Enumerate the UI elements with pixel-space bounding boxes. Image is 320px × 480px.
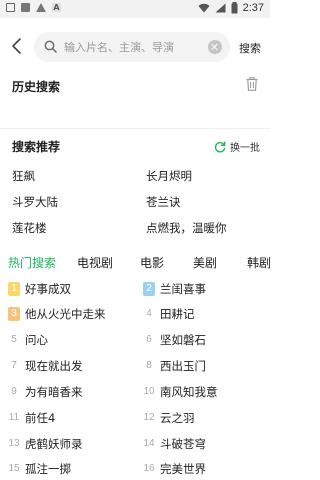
rank-badge: 16 (143, 463, 155, 474)
hot-list-item[interactable]: 14 斗破苍穹 (143, 435, 206, 453)
notification-icons: A (6, 3, 61, 12)
category-tabs: 热门搜索 电视剧 电影 美剧 韩剧 (0, 254, 270, 276)
refresh-icon (214, 141, 226, 152)
recommend-title: 搜索推荐 (12, 140, 61, 154)
hot-list-item[interactable]: 15 孤注一掷 (8, 460, 71, 478)
hot-list-item[interactable]: 10 南风知我意 (143, 383, 218, 401)
hot-title: 兰闺喜事 (160, 282, 206, 296)
recommend-item[interactable]: 狂飙 (12, 168, 35, 184)
battery-icon (231, 2, 238, 14)
status-time: 2:37 (242, 2, 264, 14)
rank-badge: 1 (8, 282, 20, 296)
hot-title: 完美世界 (160, 462, 206, 476)
rank-badge: 11 (8, 412, 20, 423)
tab-us-drama[interactable]: 美剧 (193, 254, 217, 271)
clear-icon[interactable] (208, 40, 222, 54)
recommend-item[interactable]: 莲花楼 (12, 220, 47, 236)
hot-title: 斗破苍穹 (160, 437, 206, 451)
hot-title: 好事成双 (25, 282, 71, 296)
hot-list-item[interactable]: 2 兰闺喜事 (143, 280, 206, 298)
rank-badge: 6 (146, 334, 152, 345)
rank-badge: 8 (146, 360, 152, 371)
search-button[interactable]: 搜索 (239, 40, 261, 56)
image-icon (6, 3, 15, 12)
wifi-icon (198, 3, 210, 13)
recommend-item[interactable]: 斗罗大陆 (12, 194, 58, 210)
status-bar: A 2:37 (0, 0, 270, 18)
hot-list-item[interactable]: 9 为有暗香来 (8, 383, 83, 401)
rank-badge: 10 (143, 386, 155, 397)
alert-triangle-icon (36, 3, 46, 12)
rank-badge: 13 (8, 438, 20, 449)
history-title: 历史搜索 (12, 80, 61, 94)
hot-title: 坚如磐石 (160, 333, 206, 347)
hot-list-item[interactable]: 7 现在就出发 (8, 357, 83, 375)
tab-movies[interactable]: 电影 (140, 254, 164, 271)
recommend-item[interactable]: 苍兰诀 (146, 194, 181, 210)
section-divider (0, 128, 270, 129)
hot-title: 云之羽 (160, 411, 195, 425)
a-icon: A (52, 3, 61, 12)
hot-list-item[interactable]: 8 西出玉门 (143, 357, 206, 375)
rank-badge: 12 (143, 412, 155, 423)
refresh-button[interactable]: 换一批 (214, 139, 260, 154)
recommend-item[interactable]: 点燃我，温暖你 (146, 220, 227, 236)
hot-list-item[interactable]: 13 虎鹤妖师录 (8, 435, 83, 453)
rank-badge: 9 (11, 386, 17, 397)
hot-title: 孤注一掷 (25, 462, 71, 476)
hot-title: 虎鹤妖师录 (25, 437, 83, 451)
search-header: 搜索 (0, 18, 270, 74)
search-icon (44, 40, 57, 53)
hot-title: 现在就出发 (25, 359, 83, 373)
hot-title: 前任4 (25, 411, 56, 425)
hot-list-item[interactable]: 4 田耕记 (143, 305, 195, 323)
search-bar[interactable] (34, 32, 230, 62)
hot-list-item[interactable]: 11 前任4 (8, 409, 56, 427)
rank-badge: 3 (8, 307, 20, 321)
hot-title: 西出玉门 (160, 359, 206, 373)
hot-title: 为有暗香来 (25, 385, 83, 399)
hot-list-item[interactable]: 12 云之羽 (143, 409, 195, 427)
trash-icon[interactable] (246, 77, 258, 91)
rank-badge: 15 (8, 463, 20, 474)
hot-list-item[interactable]: 3 他从火光中走来 (8, 305, 106, 323)
hot-title: 问心 (25, 333, 48, 347)
signal-icon (215, 3, 226, 13)
hot-list-item[interactable]: 6 坚如磐石 (143, 331, 206, 349)
hot-list-item[interactable]: 5 问心 (8, 331, 48, 349)
rank-badge: 14 (143, 438, 155, 449)
hot-list-item[interactable]: 16 完美世界 (143, 460, 206, 478)
block-icon (21, 3, 30, 12)
hot-title: 他从火光中走来 (25, 307, 106, 321)
rank-badge: 7 (11, 360, 17, 371)
recommend-item[interactable]: 长月烬明 (146, 168, 192, 184)
search-input[interactable] (64, 37, 204, 57)
rank-badge: 5 (11, 334, 17, 345)
hot-list-item[interactable]: 1 好事成双 (8, 280, 71, 298)
tab-hot-search[interactable]: 热门搜索 (8, 254, 56, 271)
back-arrow-icon[interactable] (8, 36, 26, 56)
tab-tv-series[interactable]: 电视剧 (77, 254, 113, 271)
tab-k-drama[interactable]: 韩剧 (247, 254, 270, 271)
rank-badge: 4 (146, 308, 152, 319)
hot-title: 南风知我意 (160, 385, 218, 399)
refresh-label: 换一批 (230, 143, 260, 154)
hot-title: 田耕记 (160, 307, 195, 321)
rank-badge: 2 (143, 282, 155, 296)
